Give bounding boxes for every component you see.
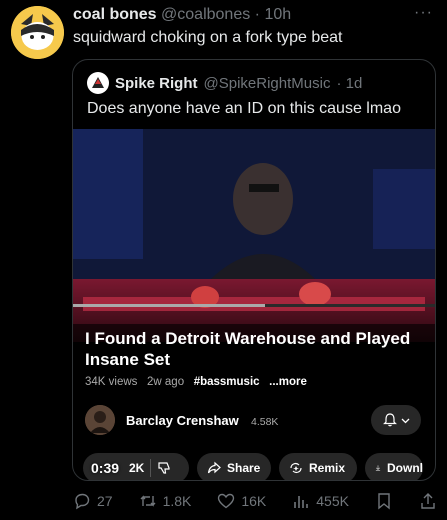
video-like-count[interactable]: 2K <box>129 461 144 475</box>
remix-icon <box>290 462 302 474</box>
tweet-time[interactable]: · 10h <box>255 6 291 23</box>
share-button[interactable]: Share <box>197 453 271 480</box>
share-tweet-button[interactable] <box>419 492 437 510</box>
tweet-actions: 27 1.8K 16K 455K <box>73 492 437 510</box>
repost-button[interactable]: 1.8K <box>139 492 192 510</box>
quote-header: Spike Right @SpikeRightMusic · 1d <box>87 72 362 94</box>
like-count: 16K <box>241 493 267 509</box>
video-progress-bar[interactable] <box>73 304 435 307</box>
video-views: 34K views <box>85 376 138 388</box>
download-button[interactable]: Downl <box>365 453 423 480</box>
download-icon <box>375 465 381 471</box>
repost-count: 1.8K <box>162 493 192 509</box>
video-timestamp: 0:39 <box>91 460 120 476</box>
pill-separator <box>150 459 152 477</box>
reply-button[interactable]: 27 <box>73 492 113 510</box>
quote-author-handle[interactable]: @SpikeRightMusic <box>204 75 331 92</box>
author-handle[interactable]: @coalbones <box>161 6 250 23</box>
bell-icon <box>382 413 397 427</box>
quote-time[interactable]: · 1d <box>336 75 362 92</box>
download-label: Downl <box>387 461 423 475</box>
video-thumbnail[interactable] <box>73 129 435 342</box>
dislike-icon[interactable] <box>157 461 171 475</box>
video-hashtag[interactable]: #bassmusic <box>194 376 260 388</box>
quoted-tweet[interactable]: Spike Right @SpikeRightMusic · 1d Does a… <box>72 59 436 481</box>
analytics-icon <box>294 496 309 508</box>
quote-author-name[interactable]: Spike Right <box>115 75 198 92</box>
tweet-header: coal bones @coalbones · 10h <box>73 6 291 24</box>
chevron-down-icon <box>401 418 409 423</box>
channel-avatar[interactable] <box>85 405 115 435</box>
author-avatar[interactable] <box>11 6 64 59</box>
reply-icon <box>75 493 90 510</box>
bookmark-icon <box>378 493 390 510</box>
share-icon <box>207 461 221 474</box>
video-more-link[interactable]: ...more <box>269 376 307 388</box>
tweet-text: squidward choking on a fork type beat <box>73 29 343 46</box>
quote-author-avatar[interactable] <box>87 72 109 94</box>
channel-name[interactable]: Barclay Crenshaw <box>126 413 239 428</box>
video-actions: 2K Share Remix Downl <box>83 453 423 480</box>
views-count: 455K <box>316 493 349 509</box>
upload-icon <box>421 493 435 509</box>
views-button[interactable]: 455K <box>292 492 349 510</box>
video-title[interactable]: I Found a Detroit Warehouse and Played I… <box>85 328 425 370</box>
heart-icon <box>218 493 235 509</box>
remix-button[interactable]: Remix <box>279 453 357 480</box>
quote-text: Does anyone have an ID on this cause lma… <box>87 100 401 117</box>
video-progress-fill <box>73 304 265 307</box>
more-options-icon[interactable]: ··· <box>414 4 433 22</box>
video-age: 2w ago <box>147 376 185 388</box>
bookmark-button[interactable] <box>375 492 393 510</box>
author-name[interactable]: coal bones <box>73 6 157 23</box>
channel-subscribers: 4.58K <box>251 416 279 428</box>
repost-icon <box>140 495 156 507</box>
video-meta: 34K views 2w ago #bassmusic ...more <box>85 376 307 388</box>
subscribe-bell-button[interactable] <box>371 405 421 435</box>
share-label: Share <box>227 461 261 475</box>
reply-count: 27 <box>97 493 113 509</box>
remix-label: Remix <box>309 461 346 475</box>
like-button[interactable]: 16K <box>217 492 266 510</box>
